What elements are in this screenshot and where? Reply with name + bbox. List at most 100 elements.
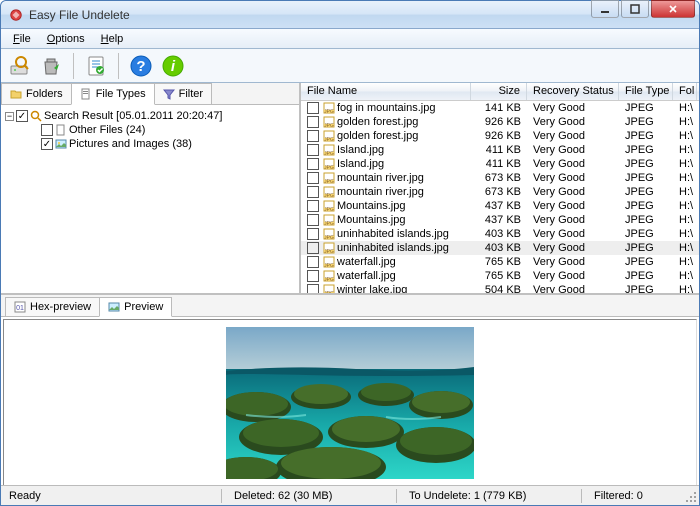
row-checkbox[interactable] <box>307 214 319 226</box>
table-row[interactable]: JPGmountain river.jpg673 KBVery GoodJPEG… <box>301 171 699 185</box>
menu-options[interactable]: Options <box>39 31 93 47</box>
table-row[interactable]: JPGgolden forest.jpg926 KBVery GoodJPEGH… <box>301 115 699 129</box>
tab-filter[interactable]: Filter <box>154 83 212 104</box>
undelete-button[interactable] <box>37 52 65 80</box>
file-list-pane: File Name Size Recovery Status File Type… <box>301 83 699 293</box>
tree-root[interactable]: − Search Result [05.01.2011 20:20:47] <box>5 109 295 123</box>
menu-file[interactable]: File <box>5 31 39 47</box>
status-ready: Ready <box>9 490 209 502</box>
checkbox[interactable] <box>41 138 53 150</box>
row-checkbox[interactable] <box>307 228 319 240</box>
svg-text:01: 01 <box>16 305 24 312</box>
file-name: waterfall.jpg <box>337 256 396 268</box>
tree-item-pictures[interactable]: Pictures and Images (38) <box>5 137 295 151</box>
row-checkbox[interactable] <box>307 186 319 198</box>
table-row[interactable]: JPGuninhabited islands.jpg403 KBVery Goo… <box>301 241 699 255</box>
help-button[interactable]: ? <box>127 52 155 80</box>
checkbox[interactable] <box>16 110 28 122</box>
checkbox[interactable] <box>41 124 53 136</box>
file-name: waterfall.jpg <box>337 270 396 282</box>
tab-folders[interactable]: Folders <box>1 83 72 104</box>
window-title: Easy File Undelete <box>29 8 591 22</box>
status-undelete: To Undelete: 1 (779 KB) <box>409 490 569 502</box>
file-name: uninhabited islands.jpg <box>337 228 449 240</box>
options-button[interactable] <box>82 52 110 80</box>
file-types-icon <box>80 88 92 100</box>
toolbar: ? i <box>1 49 699 83</box>
file-name: uninhabited islands.jpg <box>337 242 449 254</box>
row-checkbox[interactable] <box>307 116 319 128</box>
file-name: Mountains.jpg <box>337 200 406 212</box>
about-button[interactable]: i <box>159 52 187 80</box>
resize-grip[interactable] <box>685 491 697 503</box>
col-type[interactable]: File Type <box>619 83 673 100</box>
scan-drive-button[interactable] <box>5 52 33 80</box>
toolbar-separator <box>73 53 74 79</box>
row-checkbox[interactable] <box>307 144 319 156</box>
file-type: JPEG <box>619 282 673 293</box>
table-row[interactable]: JPGgolden forest.jpg926 KBVery GoodJPEGH… <box>301 129 699 143</box>
row-checkbox[interactable] <box>307 130 319 142</box>
filter-icon <box>163 88 175 100</box>
tree-view[interactable]: − Search Result [05.01.2011 20:20:47] Ot… <box>1 105 299 293</box>
table-row[interactable]: JPGMountains.jpg437 KBVery GoodJPEGH:\ <box>301 213 699 227</box>
status-deleted: Deleted: 62 (30 MB) <box>234 490 384 502</box>
tab-preview[interactable]: Preview <box>99 297 172 317</box>
tab-hex-preview[interactable]: 01 Hex-preview <box>5 297 100 316</box>
close-button[interactable] <box>651 0 695 18</box>
file-icon <box>55 124 67 136</box>
file-name: Island.jpg <box>337 144 384 156</box>
list-header: File Name Size Recovery Status File Type… <box>301 83 699 101</box>
tree-item-other[interactable]: Other Files (24) <box>5 123 295 137</box>
row-checkbox[interactable] <box>307 242 319 254</box>
row-checkbox[interactable] <box>307 270 319 282</box>
titlebar: Easy File Undelete <box>1 1 699 29</box>
table-row[interactable]: JPGMountains.jpg437 KBVery GoodJPEGH:\ <box>301 199 699 213</box>
file-name: winter lake.jpg <box>337 284 407 293</box>
preview-icon <box>108 301 120 313</box>
row-checkbox[interactable] <box>307 172 319 184</box>
row-checkbox[interactable] <box>307 158 319 170</box>
maximize-button[interactable] <box>621 0 649 18</box>
collapse-icon[interactable]: − <box>5 112 14 121</box>
svg-text:JPG: JPG <box>324 291 334 293</box>
col-recovery[interactable]: Recovery Status <box>527 83 619 100</box>
file-size: 504 KB <box>471 282 527 293</box>
app-icon <box>9 8 23 22</box>
table-row[interactable]: JPGIsland.jpg411 KBVery GoodJPEGH:\ <box>301 143 699 157</box>
table-row[interactable]: JPGuninhabited islands.jpg403 KBVery Goo… <box>301 227 699 241</box>
col-size[interactable]: Size <box>471 83 527 100</box>
row-checkbox[interactable] <box>307 200 319 212</box>
menu-help[interactable]: Help <box>93 31 132 47</box>
tab-preview-label: Preview <box>124 301 163 313</box>
minimize-button[interactable] <box>591 0 619 18</box>
tree-root-label: Search Result [05.01.2011 20:20:47] <box>44 110 222 122</box>
tree-item-label: Other Files (24) <box>69 124 145 136</box>
tree-item-label: Pictures and Images (38) <box>69 138 192 150</box>
search-result-icon <box>30 110 42 122</box>
left-pane: Folders File Types Filter − Search Resul… <box>1 83 301 293</box>
table-row[interactable]: JPGfog in mountains.jpg141 KBVery GoodJP… <box>301 101 699 115</box>
col-name[interactable]: File Name <box>301 83 471 100</box>
preview-area <box>3 319 697 486</box>
file-list[interactable]: JPGfog in mountains.jpg141 KBVery GoodJP… <box>301 101 699 293</box>
table-row[interactable]: JPGmountain river.jpg673 KBVery GoodJPEG… <box>301 185 699 199</box>
table-row[interactable]: JPGIsland.jpg411 KBVery GoodJPEGH:\ <box>301 157 699 171</box>
file-name: Island.jpg <box>337 158 384 170</box>
table-row[interactable]: JPGwaterfall.jpg765 KBVery GoodJPEGH:\ <box>301 269 699 283</box>
tab-file-types-label: File Types <box>96 88 146 100</box>
row-checkbox[interactable] <box>307 256 319 268</box>
preview-image <box>226 327 474 479</box>
tab-file-types[interactable]: File Types <box>71 83 155 105</box>
menubar: File Options Help <box>1 29 699 49</box>
row-checkbox[interactable] <box>307 102 319 114</box>
status-filtered: Filtered: 0 <box>594 490 643 502</box>
row-checkbox[interactable] <box>307 284 319 293</box>
file-name: mountain river.jpg <box>337 172 424 184</box>
table-row[interactable]: JPGwinter lake.jpg504 KBVery GoodJPEGH:\ <box>301 283 699 293</box>
col-folder[interactable]: Fol <box>673 83 697 100</box>
file-name: mountain river.jpg <box>337 186 424 198</box>
file-folder: H:\ <box>673 282 697 293</box>
table-row[interactable]: JPGwaterfall.jpg765 KBVery GoodJPEGH:\ <box>301 255 699 269</box>
tab-filter-label: Filter <box>179 88 203 100</box>
